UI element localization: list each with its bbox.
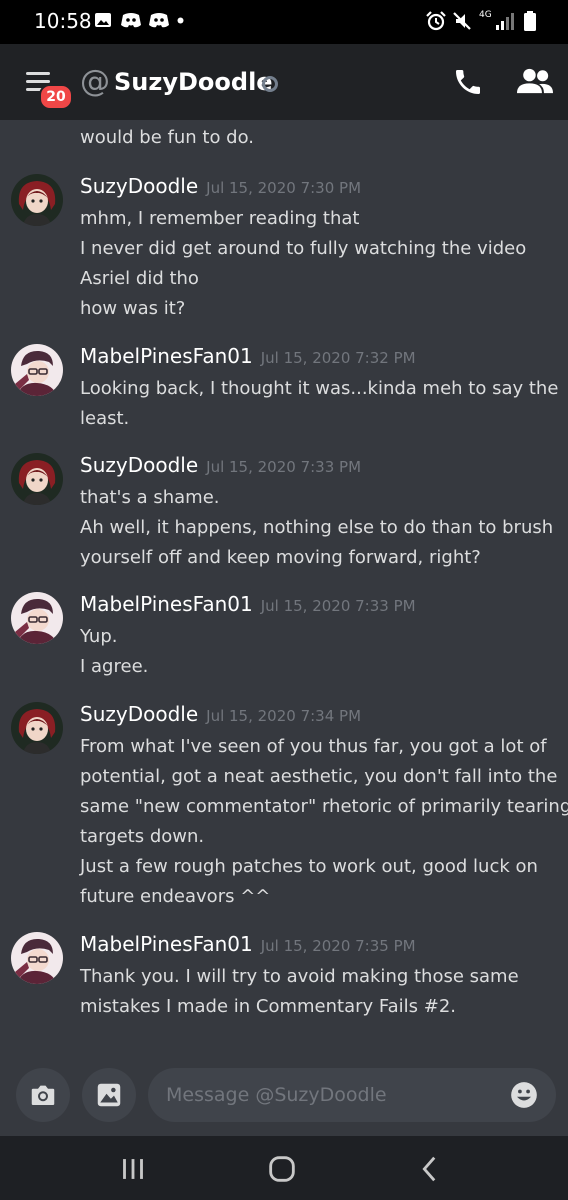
camera-button[interactable] bbox=[16, 1068, 70, 1122]
message-author[interactable]: MabelPinesFan01 bbox=[80, 344, 253, 368]
back-icon[interactable] bbox=[413, 1152, 447, 1186]
message-line: I never did get around to fully watching… bbox=[80, 238, 527, 259]
mute-icon bbox=[453, 12, 471, 30]
message-author[interactable]: SuzyDoodle bbox=[80, 174, 198, 198]
avatar-suzydoodle[interactable] bbox=[11, 453, 63, 505]
emoji-icon[interactable] bbox=[510, 1081, 538, 1109]
avatar-mabelpinesfan01[interactable] bbox=[11, 592, 63, 644]
message-line: mhm, I remember reading that bbox=[80, 208, 360, 229]
camera-icon bbox=[31, 1085, 55, 1105]
message-line: how was it? bbox=[80, 298, 186, 319]
message-input-container[interactable] bbox=[148, 1068, 556, 1122]
gallery-button[interactable] bbox=[82, 1068, 136, 1122]
message-line: Asriel did tho bbox=[80, 268, 199, 289]
avatar-mabelpinesfan01[interactable] bbox=[11, 344, 63, 396]
message-timestamp: Jul 15, 2020 7:32 PM bbox=[260, 349, 416, 367]
phone-icon[interactable] bbox=[452, 66, 484, 98]
message-line: yourself off and keep moving forward, ri… bbox=[80, 547, 481, 568]
message-line: that's a shame. bbox=[80, 487, 220, 508]
message-list[interactable]: would be fun to do. SuzyDoodle Jul 15, 20… bbox=[0, 120, 568, 1050]
message-author[interactable]: MabelPinesFan01 bbox=[80, 592, 253, 616]
message-composer bbox=[0, 1050, 568, 1136]
message-line: future endeavors ^^ bbox=[80, 886, 271, 907]
message-line: targets down. bbox=[80, 826, 205, 847]
members-icon[interactable] bbox=[517, 66, 553, 98]
dot-icon bbox=[177, 17, 184, 24]
discord-icon bbox=[149, 13, 169, 28]
message-line: same "new commentator" rhetoric of prima… bbox=[80, 796, 568, 817]
message-line: Looking back, I thought it was...kinda m… bbox=[80, 378, 559, 399]
message-line: Ah well, it happens, nothing else to do … bbox=[80, 517, 554, 538]
message-line: From what I've seen of you thus far, you… bbox=[80, 736, 547, 757]
message-author[interactable]: SuzyDoodle bbox=[80, 453, 198, 477]
avatar-suzydoodle[interactable] bbox=[11, 702, 63, 754]
avatar-mabelpinesfan01[interactable] bbox=[11, 932, 63, 984]
message-line: Just a few rough patches to work out, go… bbox=[80, 856, 538, 877]
battery-icon bbox=[524, 11, 536, 31]
gallery-icon bbox=[97, 1083, 121, 1107]
recent-apps-icon[interactable] bbox=[116, 1152, 150, 1186]
home-icon[interactable] bbox=[265, 1152, 299, 1186]
signal-icon bbox=[496, 13, 514, 30]
message-author[interactable]: SuzyDoodle bbox=[80, 702, 198, 726]
avatar-suzydoodle[interactable] bbox=[11, 174, 63, 226]
channel-header: 20 @ SuzyDoodle bbox=[0, 44, 568, 120]
offline-status-icon bbox=[262, 76, 278, 92]
at-icon: @ bbox=[80, 64, 110, 99]
status-bar: 10:58 4G bbox=[0, 0, 568, 44]
message-timestamp: Jul 15, 2020 7:30 PM bbox=[206, 179, 362, 197]
message-continuation: would be fun to do. bbox=[80, 127, 255, 148]
message-line: potential, got a neat aesthetic, you don… bbox=[80, 766, 558, 787]
channel-title: SuzyDoodle bbox=[114, 68, 273, 96]
message-timestamp: Jul 15, 2020 7:33 PM bbox=[206, 458, 362, 476]
message-author[interactable]: MabelPinesFan01 bbox=[80, 932, 253, 956]
message-line: I agree. bbox=[80, 656, 149, 677]
network-type: 4G bbox=[479, 10, 492, 20]
message-timestamp: Jul 15, 2020 7:33 PM bbox=[260, 597, 416, 615]
message-line: Yup. bbox=[80, 626, 118, 647]
system-nav-bar bbox=[0, 1136, 568, 1200]
image-icon bbox=[95, 13, 111, 27]
message-input[interactable] bbox=[166, 1068, 496, 1122]
message-timestamp: Jul 15, 2020 7:34 PM bbox=[206, 707, 362, 725]
message-line: Thank you. I will try to avoid making th… bbox=[80, 966, 519, 987]
mention-badge: 20 bbox=[39, 84, 73, 110]
message-line: least. bbox=[80, 408, 130, 429]
message-timestamp: Jul 15, 2020 7:35 PM bbox=[260, 937, 416, 955]
alarm-icon bbox=[426, 11, 446, 31]
message-line: mistakes I made in Commentary Fails #2. bbox=[80, 996, 456, 1017]
status-time: 10:58 bbox=[34, 9, 92, 33]
discord-icon bbox=[121, 13, 141, 28]
